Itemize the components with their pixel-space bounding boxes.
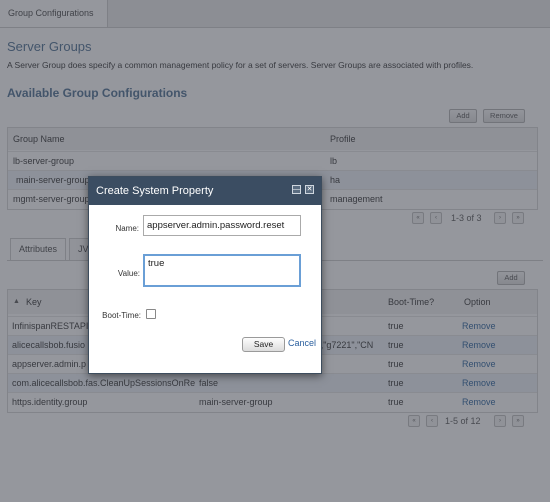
save-button[interactable]: Save bbox=[242, 337, 285, 352]
value-label: Value: bbox=[117, 269, 140, 278]
boot-time-checkbox[interactable] bbox=[146, 309, 156, 319]
name-field[interactable] bbox=[143, 215, 301, 236]
create-system-property-dialog: Create System Property — ✕ Name: Value: … bbox=[88, 176, 322, 374]
cancel-link[interactable]: Cancel bbox=[288, 338, 316, 348]
value-field[interactable]: true bbox=[143, 254, 301, 287]
dialog-header: Create System Property — ✕ bbox=[89, 177, 321, 205]
dialog-title: Create System Property bbox=[96, 185, 214, 197]
name-label: Name: bbox=[115, 224, 139, 233]
boot-time-label: Boot-Time: bbox=[102, 311, 141, 320]
maximize-icon[interactable]: — bbox=[292, 185, 301, 194]
close-icon[interactable]: ✕ bbox=[305, 185, 314, 194]
